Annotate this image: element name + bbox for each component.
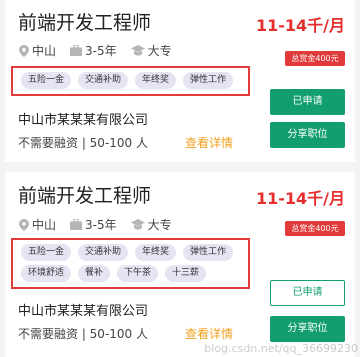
company-detail: 不需要融资 | 50-100 人 bbox=[18, 136, 148, 150]
salary: 11-14千/月 bbox=[255, 189, 345, 208]
location: 中山 bbox=[32, 218, 57, 232]
job-card[interactable]: 前端开发工程师 11-14千/月 中山 3-5年 大专 总赏金400元 五险一金… bbox=[5, 172, 355, 357]
job-title: 前端开发工程师 bbox=[18, 185, 152, 207]
education: 大专 bbox=[147, 44, 172, 58]
tag-highlight-box: 五险一金 交通补助 年终奖 弹性工作 环境舒适 餐补 下午茶 十三薪 bbox=[11, 238, 250, 289]
company-name: 中山市某某某有限公司 bbox=[18, 304, 149, 319]
location-pin-icon bbox=[19, 44, 29, 57]
benefit-tag: 下午茶 bbox=[117, 265, 159, 282]
benefit-tag: 五险一金 bbox=[21, 244, 72, 261]
tag-row: 五险一金 交通补助 年终奖 弹性工作 bbox=[21, 72, 248, 89]
benefit-tag: 十三薪 bbox=[165, 265, 207, 282]
view-details-link[interactable]: 查看详情 bbox=[185, 325, 233, 342]
bonus-badge: 总赏金400元 bbox=[285, 221, 345, 236]
benefit-tag: 弹性工作 bbox=[183, 72, 234, 89]
applied-button[interactable]: 已申请 bbox=[270, 89, 345, 115]
salary: 11-14千/月 bbox=[255, 16, 345, 35]
benefit-tag: 餐补 bbox=[78, 265, 111, 282]
job-title: 前端开发工程师 bbox=[18, 12, 152, 34]
briefcase-icon bbox=[70, 45, 83, 56]
tag-row: 环境舒适 餐补 下午茶 十三薪 bbox=[21, 265, 248, 282]
company-name: 中山市某某某有限公司 bbox=[18, 113, 149, 128]
benefit-tag: 交通补助 bbox=[78, 72, 129, 89]
share-job-button[interactable]: 分享职位 bbox=[270, 122, 345, 148]
benefit-tag: 年终奖 bbox=[135, 72, 177, 89]
benefit-tag: 年终奖 bbox=[135, 244, 177, 261]
job-card[interactable]: 前端开发工程师 11-14千/月 中山 3-5年 大专 总赏金400元 五险一金… bbox=[5, 0, 355, 162]
view-details-link[interactable]: 查看详情 bbox=[185, 134, 233, 151]
job-meta: 中山 3-5年 大专 bbox=[19, 42, 186, 59]
share-job-button[interactable]: 分享职位 bbox=[270, 316, 345, 342]
benefit-tag: 交通补助 bbox=[78, 244, 129, 261]
location-pin-icon bbox=[19, 218, 29, 231]
applied-button[interactable]: 已申请 bbox=[270, 280, 345, 306]
benefit-tag: 弹性工作 bbox=[183, 244, 234, 261]
company-detail: 不需要融资 | 50-100 人 bbox=[18, 327, 148, 341]
graduation-cap-icon bbox=[130, 219, 145, 230]
benefit-tag: 环境舒适 bbox=[21, 265, 72, 282]
graduation-cap-icon bbox=[130, 45, 145, 56]
benefit-tag: 五险一金 bbox=[21, 72, 72, 89]
education: 大专 bbox=[147, 218, 172, 232]
bonus-badge: 总赏金400元 bbox=[285, 51, 345, 66]
location: 中山 bbox=[32, 44, 57, 58]
briefcase-icon bbox=[70, 219, 83, 230]
job-meta: 中山 3-5年 大专 bbox=[19, 216, 186, 233]
tag-highlight-box: 五险一金 交通补助 年终奖 弹性工作 bbox=[11, 66, 250, 96]
tag-row: 五险一金 交通补助 年终奖 弹性工作 bbox=[21, 244, 248, 261]
watermark: blog.csdn.net/qq_36699230 bbox=[204, 342, 358, 355]
experience: 3-5年 bbox=[85, 218, 117, 232]
experience: 3-5年 bbox=[85, 44, 117, 58]
